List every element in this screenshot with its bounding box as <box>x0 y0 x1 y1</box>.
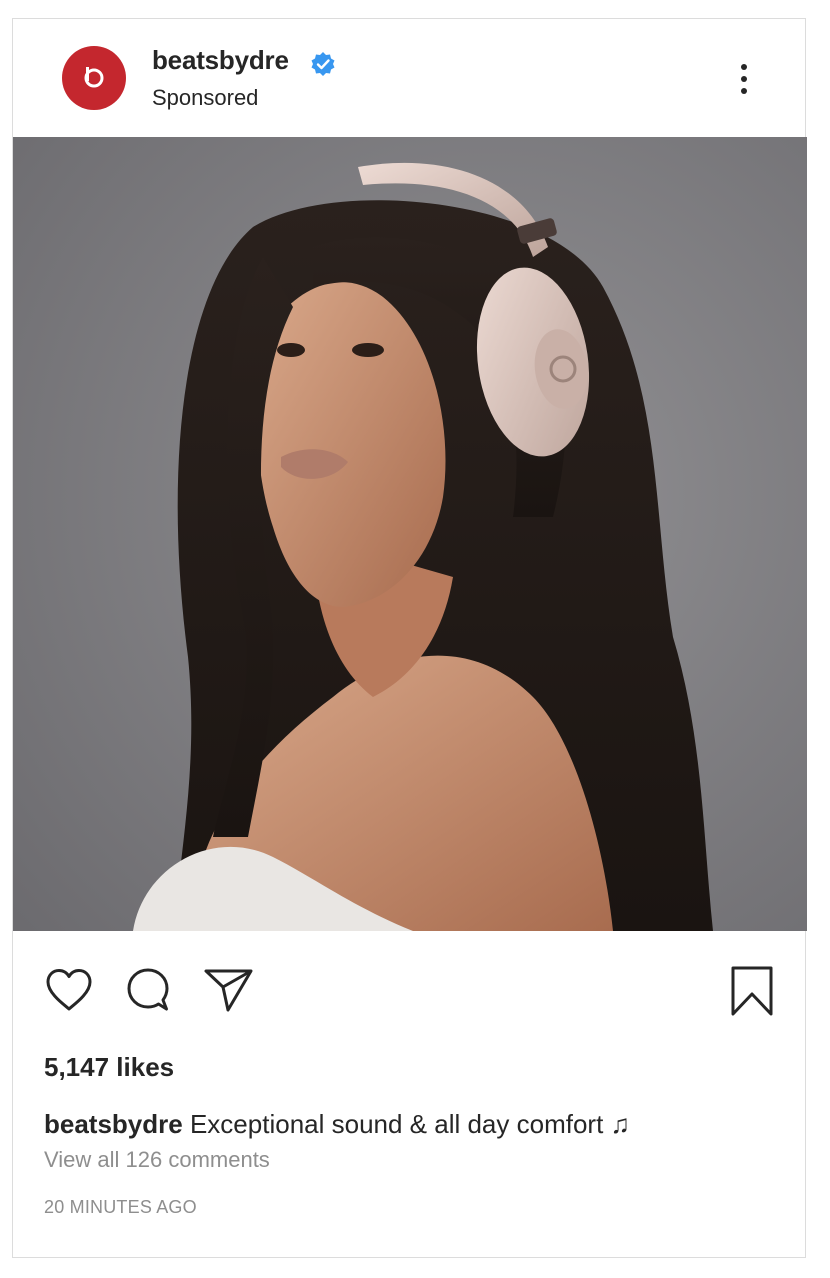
post-caption: beatsbydre Exceptional sound & all day c… <box>44 1109 630 1140</box>
post-header: beatsbydre Sponsored <box>13 19 807 137</box>
post-timestamp: 20 MINUTES AGO <box>44 1197 197 1217</box>
beats-logo-icon <box>84 67 104 88</box>
more-vertical-icon <box>741 64 747 94</box>
like-button[interactable] <box>44 967 94 1018</box>
view-comments-link[interactable]: View all 126 comments <box>44 1147 270 1173</box>
post-card: beatsbydre Sponsored 5,147 likes beatsby… <box>12 18 807 1258</box>
sponsored-label: Sponsored <box>152 85 259 110</box>
share-button[interactable] <box>203 967 255 1018</box>
heart-icon <box>46 969 92 1011</box>
more-options-button[interactable] <box>729 59 759 99</box>
likes-count[interactable]: 5,147 likes <box>44 1052 174 1083</box>
send-icon <box>204 969 253 1012</box>
comment-icon <box>127 968 169 1011</box>
portrait-illustration <box>13 137 807 931</box>
save-button[interactable] <box>729 965 775 1022</box>
post-image[interactable] <box>13 137 807 931</box>
caption-username[interactable]: beatsbydre <box>44 1109 183 1139</box>
post-actions <box>13 931 807 1051</box>
post-username[interactable]: beatsbydre <box>152 45 289 76</box>
comment-button[interactable] <box>123 967 173 1022</box>
caption-text: Exceptional sound & all day comfort ♫ <box>189 1109 631 1139</box>
verified-badge-icon <box>311 52 335 76</box>
avatar[interactable] <box>62 46 126 110</box>
bookmark-icon <box>731 966 773 1016</box>
